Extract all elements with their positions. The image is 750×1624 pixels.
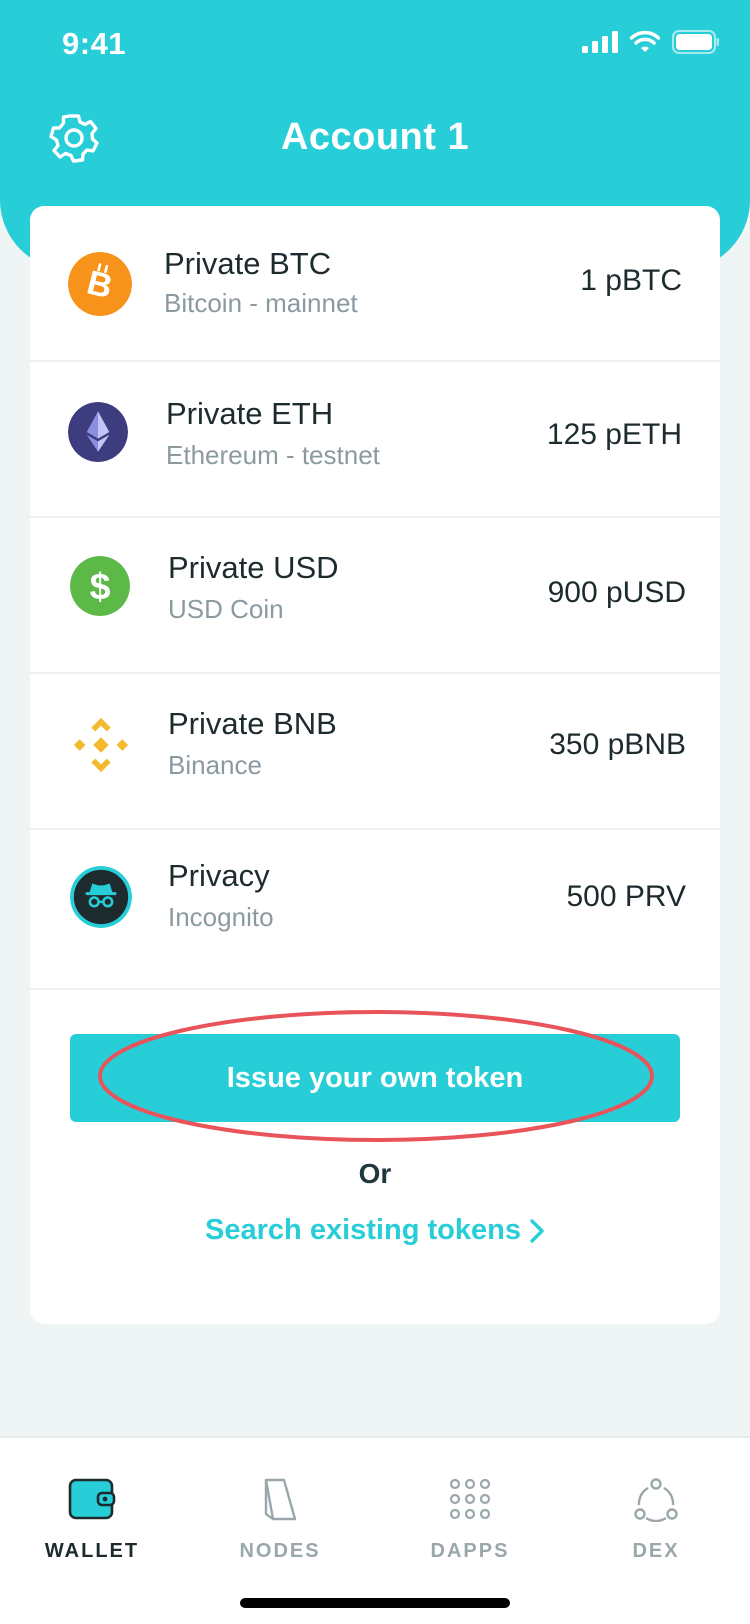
- token-network: USD Coin: [168, 594, 284, 624]
- tab-label: DEX: [632, 1540, 680, 1562]
- search-tokens-link[interactable]: Search existing tokens: [30, 1214, 720, 1247]
- token-amount: 900 pUSD: [547, 576, 686, 609]
- issue-token-button[interactable]: Issue your own token: [70, 1034, 680, 1122]
- status-bar: 9:41: [0, 0, 750, 90]
- token-network: Binance: [168, 750, 262, 780]
- token-network: Bitcoin - mainnet: [164, 288, 358, 318]
- signal-icon: [582, 31, 618, 53]
- tab-label: NODES: [239, 1540, 321, 1562]
- bitcoin-icon: B: [68, 252, 132, 316]
- home-indicator: [240, 1598, 510, 1608]
- tab-label: WALLET: [44, 1540, 140, 1562]
- tab-wallet[interactable]: WALLET: [12, 1478, 172, 1578]
- token-row-pbnb[interactable]: Private BNB Binance 350 pBNB: [30, 674, 720, 830]
- token-amount: 1 pBTC: [580, 264, 682, 297]
- token-name: Private BTC: [164, 246, 332, 281]
- tab-dapps[interactable]: DAPPS: [390, 1478, 550, 1578]
- tab-nodes[interactable]: NODES: [200, 1478, 360, 1578]
- token-name: Private USD: [168, 550, 339, 585]
- node-icon: [264, 1478, 297, 1521]
- status-icons: [582, 30, 720, 54]
- chevron-right-icon: [530, 1219, 544, 1244]
- ethereum-icon: [68, 402, 128, 462]
- token-row-peth[interactable]: Private ETH Ethereum - testnet 125 pETH: [30, 362, 720, 518]
- token-name: Private BNB: [168, 706, 337, 741]
- or-separator: Or: [358, 1158, 392, 1189]
- page-title: Account 1: [280, 116, 470, 158]
- svg-text:$: $: [90, 565, 111, 607]
- token-list-card: B Private BTC Bitcoin - mainnet 1 pBTC P…: [30, 206, 720, 1324]
- token-network: Incognito: [168, 902, 274, 932]
- token-amount: 500 PRV: [566, 880, 686, 913]
- status-time: 9:41: [62, 26, 127, 61]
- wallet-icon: [68, 1478, 116, 1520]
- token-row-pusd[interactable]: $ Private USD USD Coin 900 pUSD: [30, 518, 720, 674]
- tab-dex[interactable]: DEX: [576, 1478, 736, 1578]
- token-row-pbtc[interactable]: B Private BTC Bitcoin - mainnet 1 pBTC: [30, 206, 720, 362]
- token-network: Ethereum - testnet: [166, 440, 380, 470]
- token-name: Private ETH: [166, 396, 334, 431]
- incognito-icon: [70, 866, 132, 928]
- grid-icon: [449, 1478, 491, 1520]
- battery-icon: [672, 30, 719, 54]
- token-name: Privacy: [168, 858, 270, 893]
- tab-label: DAPPS: [430, 1540, 510, 1562]
- dollar-icon: $: [70, 556, 130, 616]
- dex-icon: [634, 1478, 678, 1522]
- token-amount: 125 pETH: [546, 418, 682, 451]
- token-amount: 350 pBNB: [549, 728, 686, 761]
- search-tokens-label: Search existing tokens: [205, 1214, 521, 1246]
- wifi-icon: [630, 31, 660, 52]
- bottom-tab-bar: WALLET NODES DAPPS DEX: [0, 1436, 750, 1624]
- token-row-prv[interactable]: Privacy Incognito 500 PRV: [30, 830, 720, 990]
- binance-icon: [73, 717, 129, 773]
